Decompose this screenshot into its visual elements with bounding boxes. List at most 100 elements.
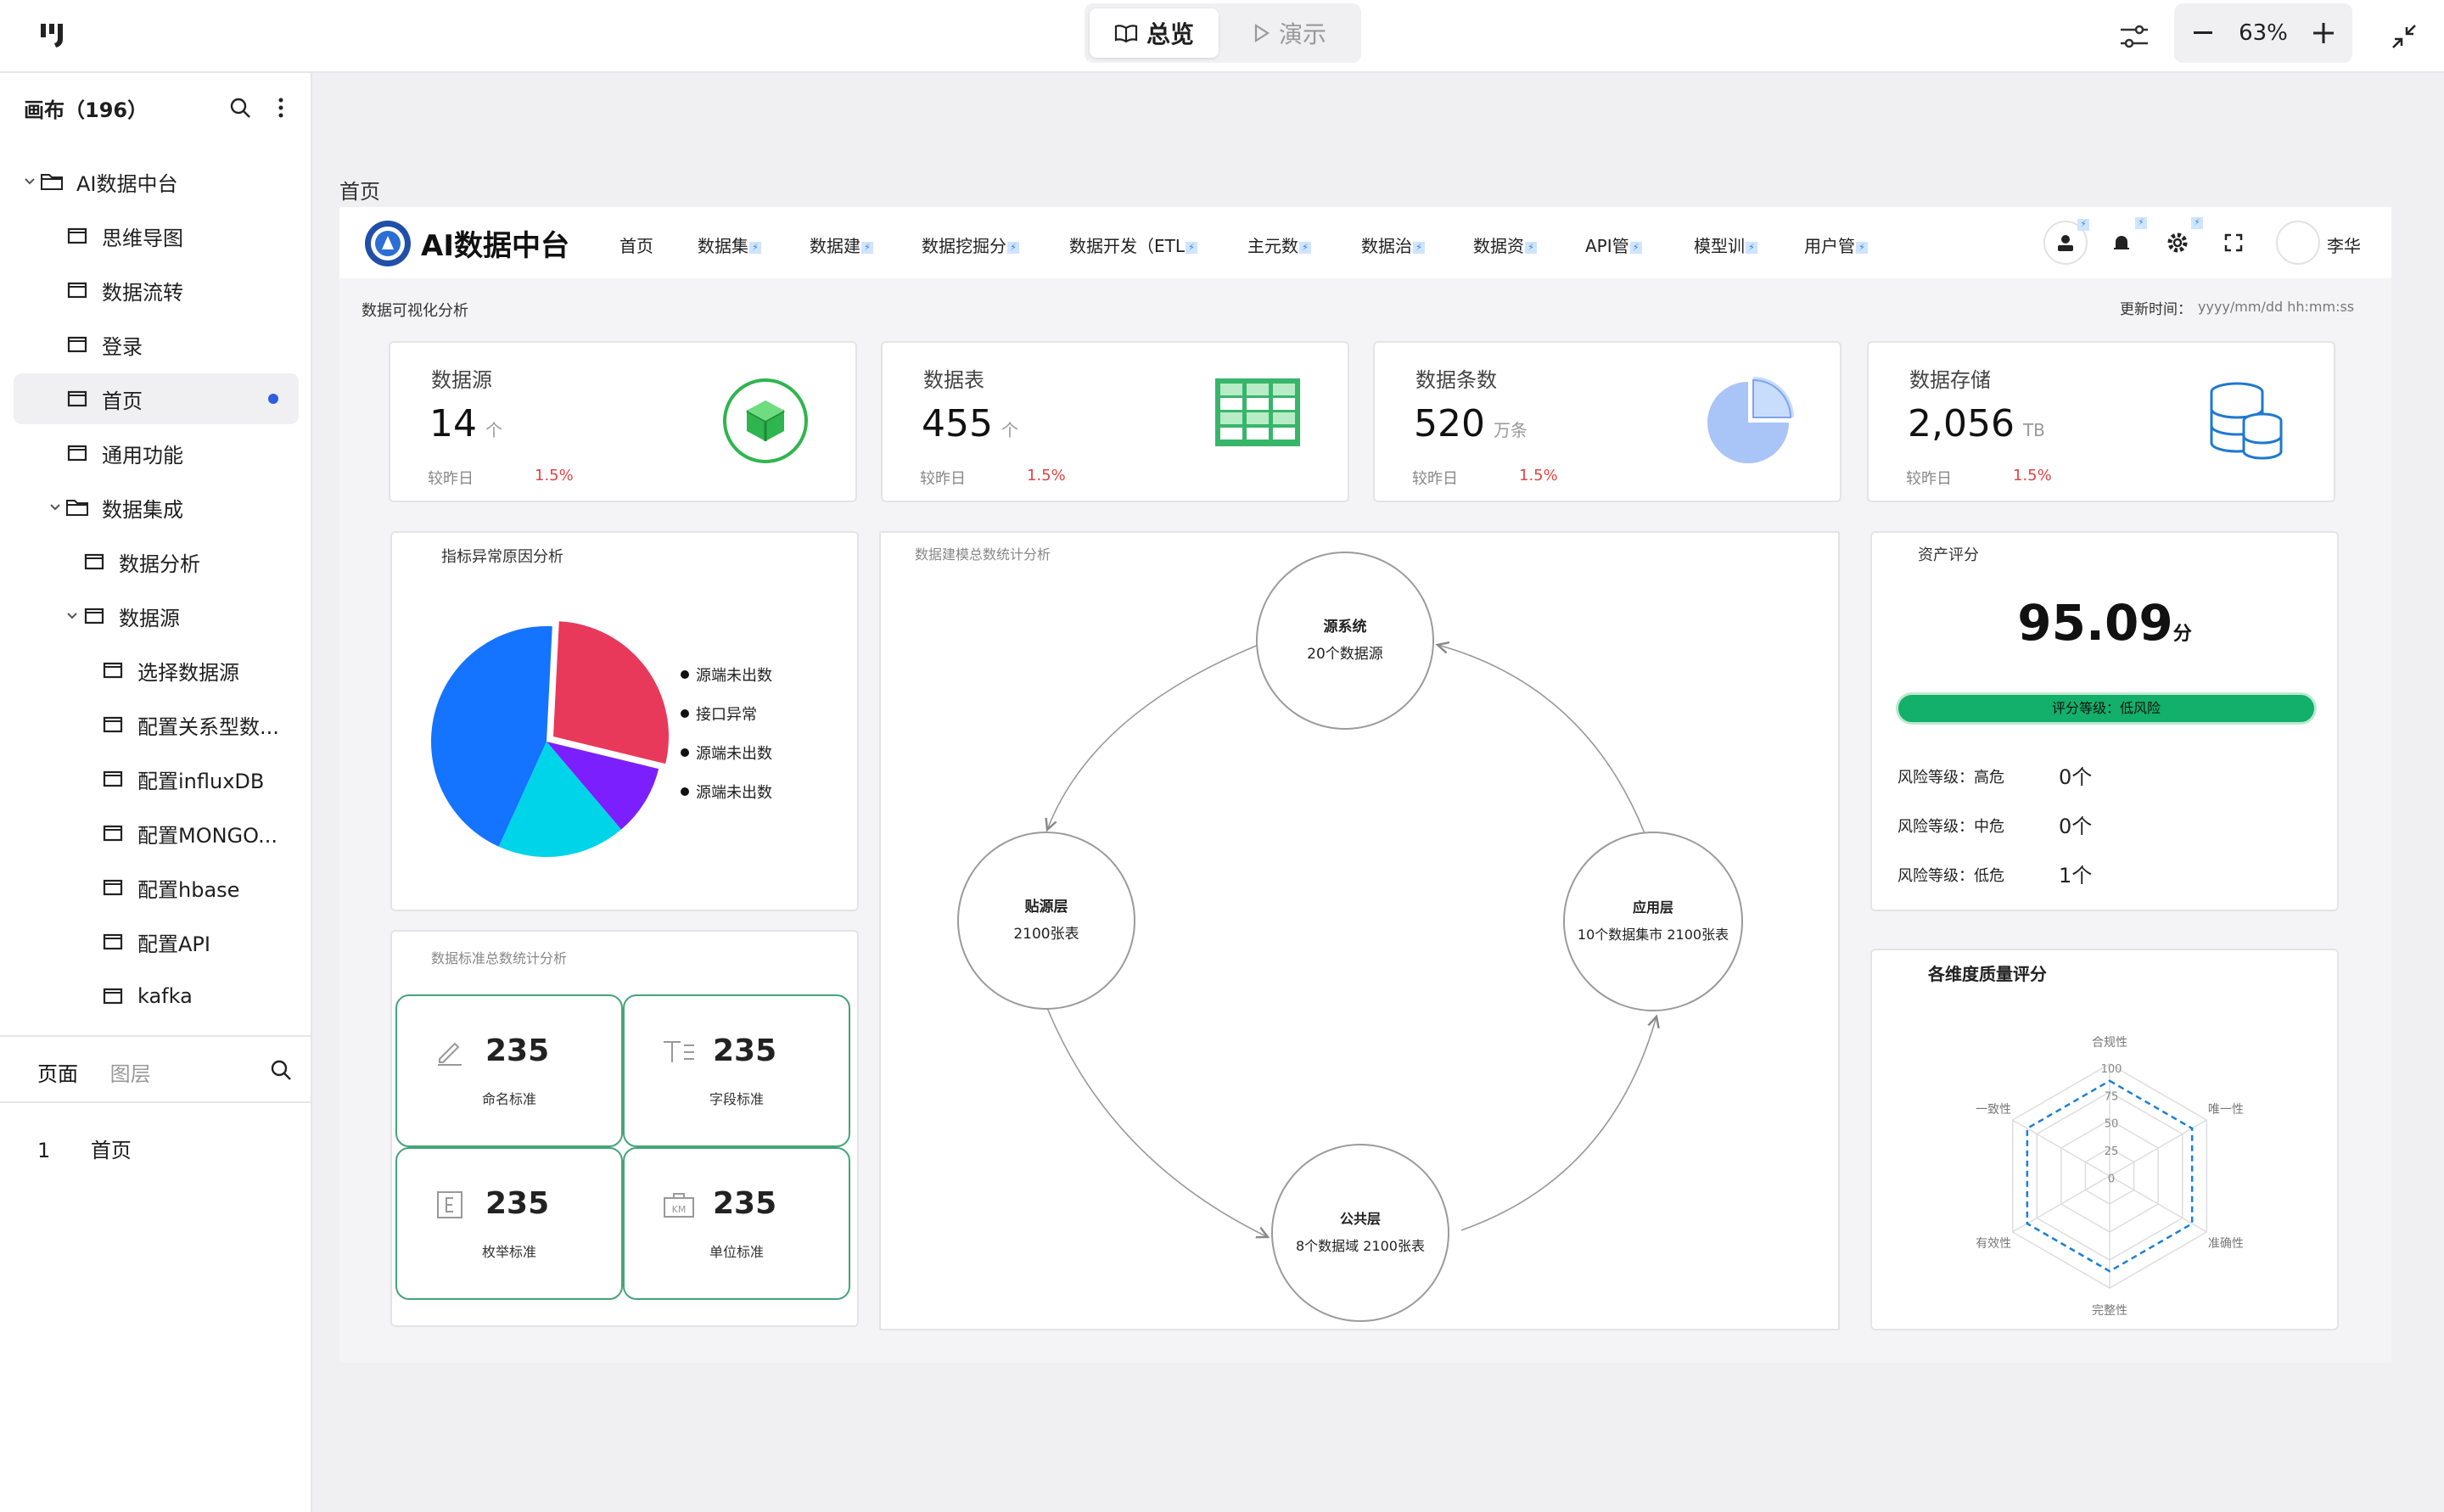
nav-item[interactable]: 数据集 ⚡ [698,232,761,257]
tree-item[interactable]: 配置关系型数... [14,699,299,750]
user-name[interactable]: 李华 [2327,232,2361,257]
standard-card[interactable]: 235 命名标准 [395,994,623,1147]
legend-item[interactable]: 源端未出数 [681,742,772,764]
tree-item[interactable]: 数据集成 [14,482,299,533]
tab-overview[interactable]: 总览 [1090,8,1219,58]
tree-item[interactable]: 选择数据源 [14,645,299,696]
standard-count: 235 [713,1033,777,1068]
settings-sliders-icon[interactable] [2113,15,2155,58]
tree-item[interactable]: 配置API [14,916,299,967]
legend-item[interactable]: 源端未出数 [681,664,772,686]
chevron-down-icon[interactable] [20,172,39,191]
nav-item[interactable]: 数据治 ⚡ [1361,232,1425,257]
risk-label: 风险等级：中危 [1897,818,2004,836]
tab-present[interactable]: 演示 [1224,8,1356,58]
legend-item[interactable]: 源端未出数 [681,781,772,803]
user-admin-icon[interactable]: ⚡ [2043,219,2089,265]
notification-icon[interactable]: ⚡ [2099,217,2147,265]
fullscreen-icon[interactable] [2211,221,2256,265]
zoom-out-button[interactable] [2186,12,2220,54]
legend-item[interactable]: 接口异常 [681,703,757,725]
kpi-card[interactable]: 数据源 14 个 较昨日 1.5% [389,341,857,502]
pie-slice[interactable] [553,621,670,764]
asset-score-unit: 分 [2172,624,2192,645]
standard-card[interactable]: 235 字段标准 [623,994,850,1147]
search-icon[interactable] [226,93,255,122]
collapse-icon[interactable] [2383,15,2425,58]
frame-label[interactable]: 首页 [339,175,380,204]
kpi-card[interactable]: 数据存储 2,056 TB 较昨日 1.5% [1867,341,2335,502]
tree-item[interactable]: 思维导图 [14,210,299,261]
nav-item[interactable]: 数据资 ⚡ [1473,232,1537,257]
gear-icon[interactable]: ⚡ [2155,217,2203,265]
tree-item-label: 选择数据源 [137,660,239,685]
standard-card[interactable]: KM 235 单位标准 [623,1147,850,1300]
kpi-card[interactable]: 数据表 455 个 较昨日 1.5% [881,341,1349,502]
chevron-down-icon[interactable] [81,878,100,897]
zoom-level[interactable]: 63% [2225,12,2301,54]
tree-item[interactable]: 通用功能 [14,428,299,479]
node-name: 公共层 [1339,1211,1381,1227]
top-toolbar: 总览 演示 63% [0,0,2444,73]
tree-item[interactable]: 数据分析 [14,536,299,587]
nav-item[interactable]: 数据开发（ETL ⚡ [1069,232,1197,257]
tree-item[interactable]: 配置MONGO... [14,808,299,859]
nav-item[interactable]: 数据建 ⚡ [810,232,873,257]
avatar[interactable] [2276,221,2320,265]
chevron-down-icon[interactable] [81,932,100,951]
chevron-down-icon[interactable] [81,824,100,843]
chevron-down-icon[interactable] [46,227,64,245]
kpi-card[interactable]: 数据条数 520 万条 较昨日 1.5% [1373,341,1841,502]
chevron-down-icon[interactable] [46,498,64,517]
tree-item[interactable]: 登录 [14,319,299,370]
nav-item[interactable]: 用户管 ⚡ [1804,232,1868,257]
tab-layers[interactable]: 图层 [110,1057,151,1087]
node-app-layer[interactable]: 应用层 10个数据集市 2100张表 [1563,832,1743,1011]
nav-item[interactable]: 数据挖掘分 ⚡ [922,232,1019,257]
nav-item-label: 模型训 [1694,236,1745,256]
nav-item[interactable]: 首页 [619,232,653,257]
app-logo[interactable] [34,15,76,58]
radar-tick-label: 50 [2105,1118,2119,1131]
nav-item[interactable]: 模型训 ⚡ [1694,232,1757,257]
tree-item-label: AI数据中台 [76,171,178,196]
tab-pages[interactable]: 页面 [37,1057,78,1087]
page-search-icon[interactable] [266,1056,295,1084]
node-desc: 10个数据集市 2100张表 [1577,927,1729,943]
chevron-down-icon[interactable] [46,281,64,300]
chevron-down-icon[interactable] [46,335,64,354]
more-icon[interactable] [266,93,295,122]
chevron-down-icon[interactable] [81,715,100,734]
chevron-down-icon[interactable] [63,607,81,625]
radar-tick-label: 25 [2105,1145,2119,1158]
risk-count: 0个 [2059,765,2093,789]
nav-item[interactable]: API管 ⚡ [1585,232,1642,257]
chevron-down-icon[interactable] [46,389,64,408]
tree-item[interactable]: kafka [14,971,299,1022]
chevron-down-icon[interactable] [63,552,81,571]
asset-score-title: 资产评分 [1918,546,1979,564]
chevron-down-icon[interactable] [46,444,64,462]
page-list-item[interactable]: 1 首页 [37,1134,132,1163]
standard-label: 枚举标准 [481,1244,536,1260]
tree-item[interactable]: AI数据中台 [14,156,299,207]
nav-item[interactable]: 主元数 ⚡ [1247,232,1311,257]
tree-item[interactable]: 配置hbase [14,862,299,913]
asset-score: 95.09分 [1872,594,2337,652]
tree-item[interactable]: 数据源 [14,591,299,641]
chevron-down-icon[interactable] [81,987,100,1005]
node-common-layer[interactable]: 公共层 8个数据域 2100张表 [1271,1144,1449,1322]
tree-item-label: 配置关系型数... [137,714,279,739]
node-ods-layer[interactable]: 贴源层 2100张表 [957,832,1135,1010]
tree-item[interactable]: 首页 [14,373,299,424]
design-frame[interactable]: AI数据中台 首页 数据集 ⚡ 数据建 ⚡ 数据挖掘分 ⚡ 数据开发（ETL ⚡ 主元数 ⚡ 数据治 ⚡… [339,207,2391,1363]
standard-card[interactable]: 235 枚举标准 [395,1147,623,1300]
kpi-unit: 万条 [1493,420,1528,440]
chevron-down-icon[interactable] [81,770,100,788]
chevron-down-icon[interactable] [81,661,100,680]
node-source-system[interactable]: 源系统 20个数据源 [1256,552,1434,730]
zoom-in-button[interactable] [2307,12,2340,54]
tree-item[interactable]: 数据流转 [14,265,299,316]
tree-item[interactable]: 配置influxDB [14,753,299,804]
page-icon [64,388,90,410]
